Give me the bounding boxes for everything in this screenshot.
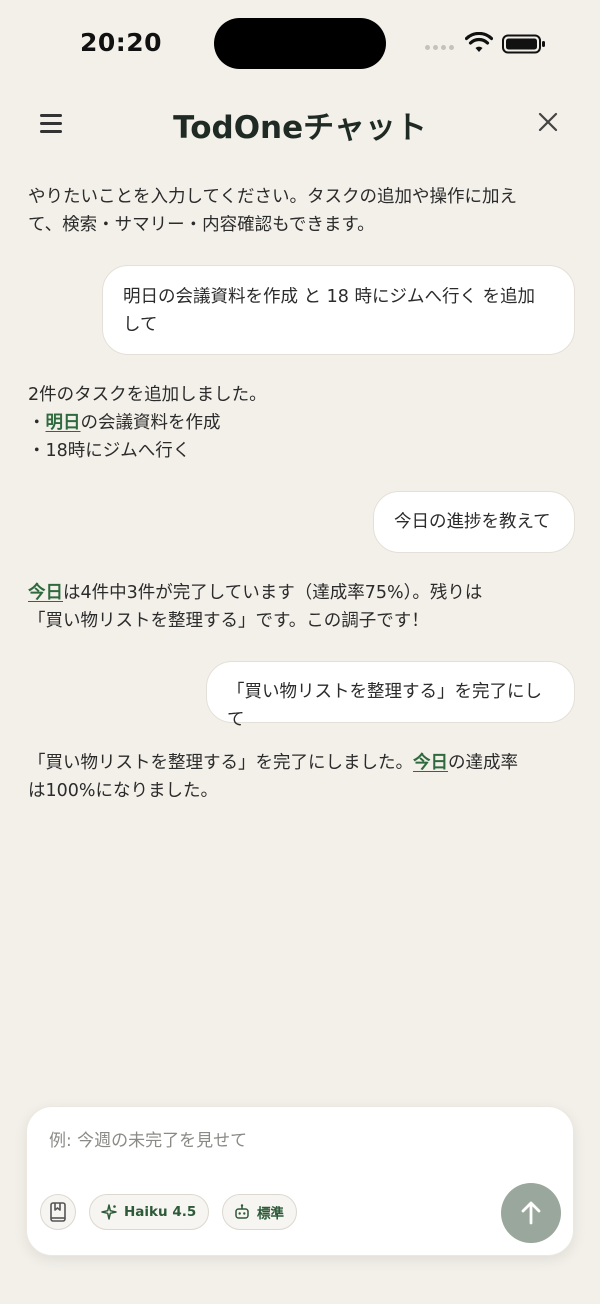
page-title: TodOneチャット <box>173 110 427 146</box>
assistant-message-intro: やりたいことを入力してください。タスクの追加や操作に加え て、検索・サマリー・内… <box>28 187 517 235</box>
mode-label: 標準 <box>257 1206 284 1222</box>
user-message: 今日の進捗を教えて <box>373 491 575 553</box>
date-link-today[interactable]: 今日 <box>28 583 63 603</box>
user-message: 「買い物リストを整理する」を完了にして <box>206 661 575 730</box>
user-message: 明日の会議資料を作成 と 18 時にジムへ行く を追加 して <box>102 265 575 355</box>
status-bar: 20:20 <box>0 0 600 90</box>
assistant-message: 今日は4件中3件が完了しています（達成率75%）。残りは 「買い物リストを整理す… <box>28 583 483 631</box>
wifi-icon <box>465 32 493 52</box>
sparkle-icon <box>101 1204 117 1220</box>
message-input[interactable] <box>47 1125 521 1157</box>
model-selector[interactable]: Haiku 4.5 <box>89 1194 210 1230</box>
robot-icon <box>235 1204 249 1219</box>
cellular-signal-icon <box>425 43 457 51</box>
mode-selector[interactable]: 標準 <box>222 1194 297 1230</box>
library-button[interactable] <box>40 1194 76 1230</box>
assistant-message: 2件のタスクを追加しました。 ・明日の会議資料を作成 ・18時にジムへ行く <box>28 385 267 461</box>
battery-icon <box>502 34 545 54</box>
model-label: Haiku 4.5 <box>124 1204 197 1220</box>
close-icon <box>538 112 558 132</box>
bookmark-book-icon <box>50 1202 66 1222</box>
date-link-today[interactable]: 今日 <box>413 753 448 773</box>
status-time: 20:20 <box>80 28 163 57</box>
close-button[interactable] <box>532 106 564 138</box>
message-composer: Haiku 4.5 標準 <box>26 1106 574 1256</box>
date-link-tomorrow[interactable]: 明日 <box>46 413 81 433</box>
assistant-message: 「買い物リストを整理する」を完了にしました。今日の達成率 は100%になりました… <box>28 753 518 801</box>
send-button[interactable] <box>501 1183 561 1243</box>
app-header: TodOneチャット <box>0 92 600 152</box>
dynamic-island <box>214 18 386 69</box>
arrow-up-icon <box>521 1201 541 1225</box>
